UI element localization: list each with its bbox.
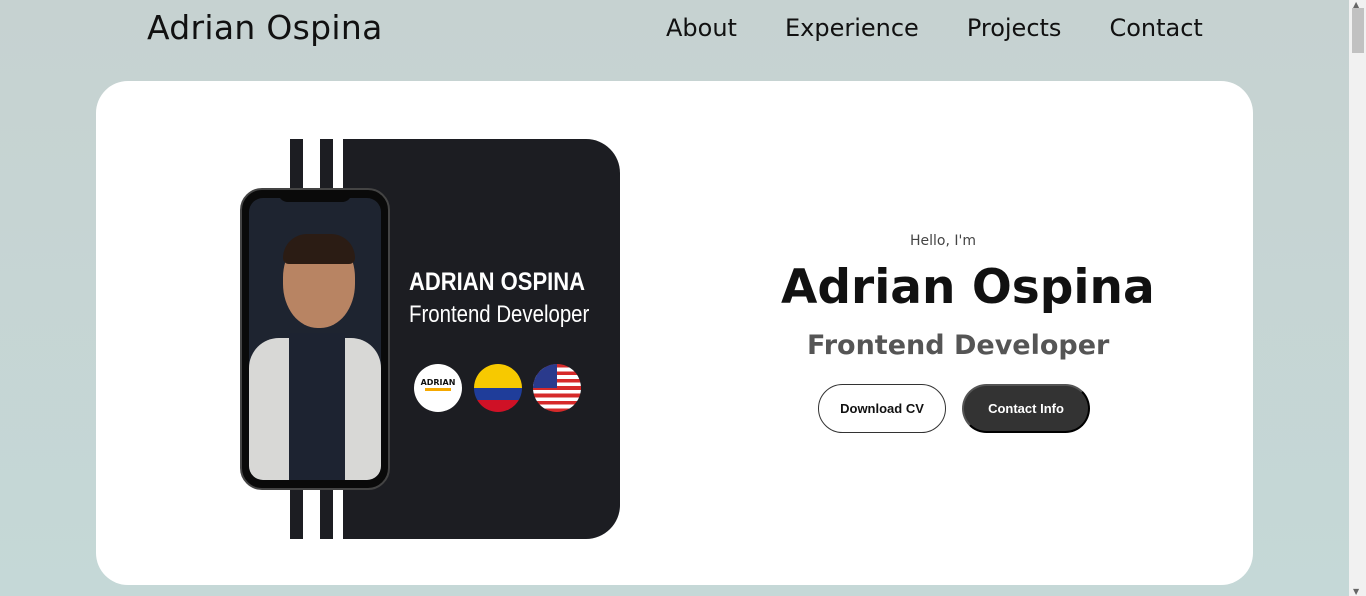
nav-about[interactable]: About (666, 14, 737, 42)
scrollbar[interactable]: ▲ ▼ (1349, 0, 1366, 596)
site-logo[interactable]: Adrian Ospina (147, 8, 383, 47)
artwork-subtitle: Frontend Developer (409, 301, 590, 328)
profile-photo (249, 198, 381, 480)
nav-projects[interactable]: Projects (967, 14, 1062, 42)
adrian-dev-logo-icon: ADRIAN (414, 364, 462, 412)
scrollbar-thumb[interactable] (1352, 8, 1364, 53)
hero-name: Adrian Ospina (781, 260, 1155, 315)
phone-notch (278, 190, 352, 202)
nav-experience[interactable]: Experience (785, 14, 919, 42)
usa-flag-icon (533, 364, 581, 412)
download-cv-button[interactable]: Download CV (818, 384, 946, 433)
colombia-flag-icon (474, 364, 522, 412)
phone-mockup (240, 188, 390, 490)
greeting: Hello, I'm (910, 233, 977, 249)
hero-role: Frontend Developer (807, 330, 1110, 361)
main-nav: About Experience Projects Contact (666, 14, 1251, 42)
artwork-title: ADRIAN OSPINA (409, 268, 586, 296)
scroll-down-icon[interactable]: ▼ (1353, 587, 1359, 596)
contact-info-button[interactable]: Contact Info (962, 384, 1090, 433)
nav-contact[interactable]: Contact (1109, 14, 1202, 42)
